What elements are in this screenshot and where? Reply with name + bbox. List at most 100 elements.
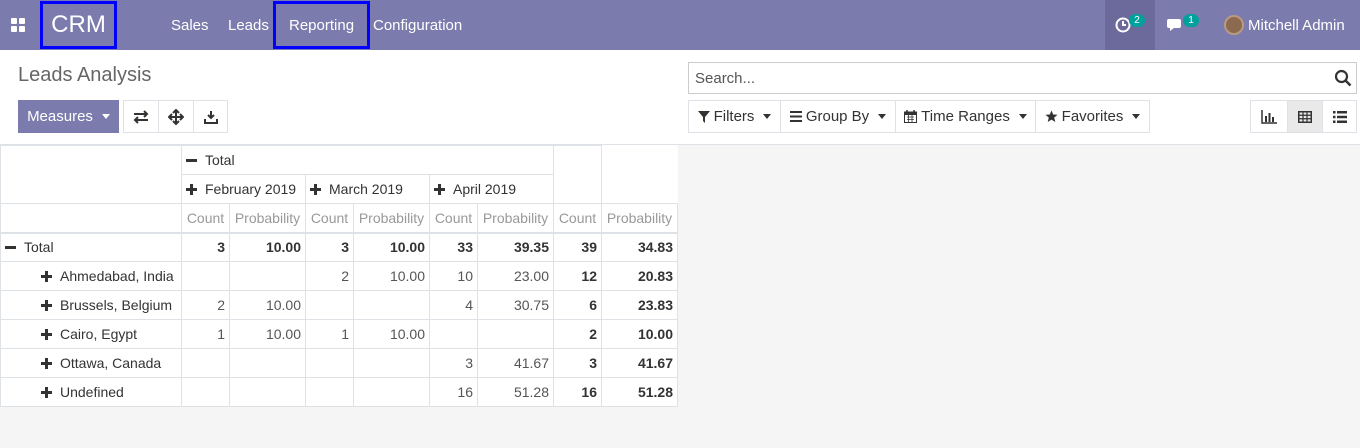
cell[interactable]: 2 (553, 319, 602, 349)
timeranges-button[interactable]: Time Ranges (895, 100, 1036, 133)
cell[interactable]: 41.67 (601, 348, 678, 378)
message-count-badge: 1 (1183, 13, 1199, 27)
cell[interactable]: 23.83 (601, 290, 678, 320)
cell[interactable]: 10.00 (601, 319, 678, 349)
row-header[interactable]: Ottawa, Canada (0, 348, 182, 378)
cell[interactable] (181, 261, 230, 291)
cell[interactable] (305, 290, 354, 320)
row-header[interactable]: Ahmedabad, India (0, 261, 182, 291)
activity-button[interactable]: 2 (1105, 0, 1155, 50)
menu-reporting[interactable]: Reporting (273, 1, 371, 49)
chevron-down-icon (101, 114, 110, 119)
table-row: Cairo, Egypt 1 10.00 1 10.00 2 10.00 (0, 319, 678, 349)
expand-all-button[interactable] (158, 100, 194, 133)
measure-header[interactable]: Probability (477, 203, 554, 233)
cell[interactable]: 51.28 (601, 377, 678, 407)
menu-sales[interactable]: Sales (171, 0, 209, 50)
graph-view-button[interactable] (1250, 100, 1288, 133)
list-view-button[interactable] (1322, 100, 1357, 133)
cell[interactable]: 10.00 (229, 290, 306, 320)
app-brand[interactable]: CRM (40, 1, 117, 49)
menu-leads[interactable]: Leads (228, 0, 269, 50)
avatar (1224, 15, 1244, 35)
col-header-march[interactable]: March 2019 (305, 174, 430, 204)
cell[interactable]: 10.00 (353, 319, 430, 349)
filters-label: Filters (713, 108, 755, 125)
col-header-april[interactable]: April 2019 (429, 174, 554, 204)
cell[interactable]: 34.83 (601, 232, 678, 262)
top-navbar: CRM Sales Leads Reporting Configuration … (0, 0, 1360, 50)
row-header[interactable]: Undefined (0, 377, 182, 407)
cell[interactable] (229, 261, 306, 291)
user-menu[interactable]: Mitchell Admin (1224, 0, 1345, 50)
cell[interactable]: 10.00 (353, 261, 430, 291)
cell[interactable] (477, 319, 554, 349)
measure-header[interactable]: Count (553, 203, 602, 233)
cell[interactable]: 39.35 (477, 232, 554, 262)
table-row-total: Total 3 10.00 3 10.00 33 39.35 39 34.83 (0, 232, 678, 262)
cell[interactable] (429, 319, 478, 349)
measure-header[interactable]: Count (181, 203, 230, 233)
measure-header[interactable]: Count (429, 203, 478, 233)
cell[interactable]: 1 (181, 319, 230, 349)
groupby-button[interactable]: Group By (780, 100, 896, 133)
cell[interactable]: 2 (181, 290, 230, 320)
row-header[interactable]: Brussels, Belgium (0, 290, 182, 320)
cell[interactable]: 20.83 (601, 261, 678, 291)
cell[interactable]: 41.67 (477, 348, 554, 378)
cell[interactable]: 3 (553, 348, 602, 378)
row-header-total[interactable]: Total (0, 232, 182, 262)
search-icon[interactable] (1334, 69, 1352, 87)
cell[interactable]: 30.75 (477, 290, 554, 320)
cell[interactable]: 51.28 (477, 377, 554, 407)
cell[interactable] (305, 348, 354, 378)
cell[interactable] (181, 348, 230, 378)
measure-header[interactable]: Probability (229, 203, 306, 233)
cell[interactable]: 16 (429, 377, 478, 407)
cell[interactable]: 10.00 (229, 319, 306, 349)
cell[interactable]: 12 (553, 261, 602, 291)
measure-header[interactable]: Probability (601, 203, 678, 233)
apps-menu-icon[interactable] (0, 0, 36, 50)
cell[interactable]: 1 (305, 319, 354, 349)
cell[interactable]: 3 (181, 232, 230, 262)
cell[interactable]: 39 (553, 232, 602, 262)
pivot-corner (0, 145, 182, 204)
pivot-view-button[interactable] (1287, 100, 1323, 133)
measures-button[interactable]: Measures (18, 100, 119, 133)
favorites-label: Favorites (1061, 108, 1124, 125)
row-header[interactable]: Cairo, Egypt (0, 319, 182, 349)
table-icon (1298, 110, 1312, 123)
cell[interactable]: 3 (305, 232, 354, 262)
download-button[interactable] (193, 100, 228, 133)
flip-axis-button[interactable] (123, 100, 159, 133)
cell[interactable]: 10.00 (229, 232, 306, 262)
cell[interactable]: 6 (553, 290, 602, 320)
cell[interactable] (229, 348, 306, 378)
star-icon (1045, 110, 1058, 122)
menu-configuration[interactable]: Configuration (373, 0, 462, 50)
measure-header[interactable]: Probability (353, 203, 430, 233)
favorites-button[interactable]: Favorites (1035, 100, 1150, 133)
cell[interactable]: 23.00 (477, 261, 554, 291)
cell[interactable]: 10 (429, 261, 478, 291)
cell[interactable]: 3 (429, 348, 478, 378)
cell[interactable]: 33 (429, 232, 478, 262)
cell[interactable]: 4 (429, 290, 478, 320)
messages-button[interactable]: 1 (1158, 0, 1208, 50)
cell[interactable] (181, 377, 230, 407)
search-input[interactable] (695, 63, 1325, 93)
cell[interactable] (229, 377, 306, 407)
cell[interactable] (353, 377, 430, 407)
chevron-down-icon (1132, 114, 1141, 119)
cell[interactable]: 10.00 (353, 232, 430, 262)
filters-button[interactable]: Filters (688, 100, 781, 133)
cell[interactable] (305, 377, 354, 407)
col-header-total[interactable]: Total (181, 145, 554, 175)
measure-header[interactable]: Count (305, 203, 354, 233)
cell[interactable]: 2 (305, 261, 354, 291)
cell[interactable]: 16 (553, 377, 602, 407)
cell[interactable] (353, 348, 430, 378)
cell[interactable] (353, 290, 430, 320)
col-header-february[interactable]: February 2019 (181, 174, 306, 204)
